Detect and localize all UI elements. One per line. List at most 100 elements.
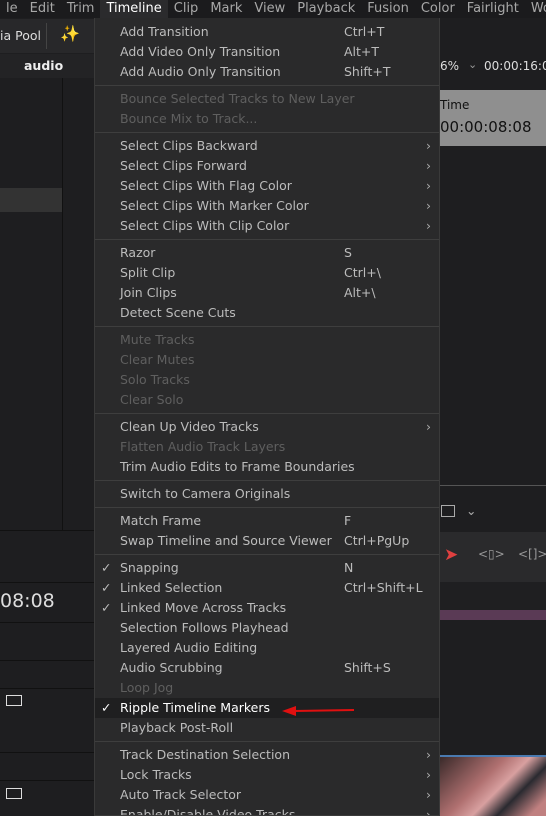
menubar-item-fairlight[interactable]: Fairlight <box>461 0 525 18</box>
menu-item-label: Clear Mutes <box>120 352 195 367</box>
menu-item-shortcut: Ctrl+T <box>344 24 385 39</box>
menu-item-clean-up-video-tracks[interactable]: Clean Up Video Tracks › <box>95 417 439 437</box>
video-track-icon <box>6 695 22 706</box>
menu-item-shortcut: Alt+T <box>344 44 380 59</box>
menu-item-trim-audio-edits-to-frame-boundaries[interactable]: Trim Audio Edits to Frame Boundaries <box>95 457 439 477</box>
menu-item-select-clips-with-clip-color[interactable]: Select Clips With Clip Color › <box>95 216 439 236</box>
timecode-display: 00:00:16:0 <box>484 59 546 73</box>
chevron-right-icon: › <box>426 218 431 233</box>
menu-item-label: Match Frame <box>120 513 202 528</box>
menu-item-label: Select Clips Forward <box>120 158 247 173</box>
timeline-ruler[interactable] <box>440 582 546 612</box>
menu-item-label: Select Clips With Flag Color <box>120 178 292 193</box>
checkmark-icon: ✓ <box>101 580 112 595</box>
menu-item-snapping[interactable]: ✓ Snapping N <box>95 558 439 578</box>
menu-item-shortcut: Ctrl+\ <box>344 265 381 280</box>
menu-item-label: Clear Solo <box>120 392 184 407</box>
bin-name[interactable]: audio <box>24 58 63 73</box>
menu-item-clear-solo: Clear Solo <box>95 390 439 410</box>
menu-item-match-frame[interactable]: Match Frame F <box>95 511 439 531</box>
menu-separator <box>95 551 439 558</box>
menu-item-swap-timeline-and-source-viewer[interactable]: Swap Timeline and Source Viewer Ctrl+PgUp <box>95 531 439 551</box>
menu-item-selection-follows-playhead[interactable]: Selection Follows Playhead <box>95 618 439 638</box>
menu-item-select-clips-forward[interactable]: Select Clips Forward › <box>95 156 439 176</box>
menubar-item-view[interactable]: View <box>248 0 291 18</box>
timeline-menu: Add Transition Ctrl+T Add Video Only Trans… <box>94 18 440 816</box>
menu-item-shortcut: N <box>344 560 354 575</box>
zoom-level[interactable]: 6% <box>440 59 459 73</box>
menu-item-solo-tracks: Solo Tracks <box>95 370 439 390</box>
menu-item-label: Linked Selection <box>120 580 223 595</box>
menu-item-select-clips-with-flag-color[interactable]: Select Clips With Flag Color › <box>95 176 439 196</box>
menu-item-linked-selection[interactable]: ✓ Linked Selection Ctrl+Shift+L <box>95 578 439 598</box>
menu-item-label: Auto Track Selector <box>120 787 242 802</box>
menu-item-bounce-mix-to-track: Bounce Mix to Track... <box>95 109 439 129</box>
annotation-arrow-icon <box>282 706 355 716</box>
chevron-right-icon: › <box>426 198 431 213</box>
menu-item-select-clips-backward[interactable]: Select Clips Backward › <box>95 136 439 156</box>
chevron-right-icon: › <box>426 138 431 153</box>
chevron-right-icon: › <box>426 747 431 762</box>
chevron-down-icon[interactable]: ⌄ <box>468 58 477 71</box>
left-timecode: 08:08 <box>0 590 55 612</box>
menu-item-add-transition[interactable]: Add Transition Ctrl+T <box>95 22 439 42</box>
menubar-item-edit[interactable]: Edit <box>24 0 61 18</box>
dynamic-trim-icon[interactable]: <[]> <box>518 547 546 561</box>
menu-item-add-audio-only-transition[interactable]: Add Audio Only Transition Shift+T <box>95 62 439 82</box>
chevron-down-icon[interactable]: ⌄ <box>466 503 476 518</box>
menu-item-label: Add Transition <box>120 24 209 39</box>
menu-item-razor[interactable]: Razor S <box>95 243 439 263</box>
menu-item-lock-tracks[interactable]: Lock Tracks › <box>95 765 439 785</box>
menu-item-select-clips-with-marker-color[interactable]: Select Clips With Marker Color › <box>95 196 439 216</box>
menu-item-playback-post-roll[interactable]: Playback Post-Roll <box>95 718 439 738</box>
menu-item-ripple-timeline-markers[interactable]: ✓ Ripple Timeline Markers <box>95 698 439 718</box>
menubar-item-mark[interactable]: Mark <box>204 0 248 18</box>
menu-item-label: Select Clips With Clip Color <box>120 218 290 233</box>
menubar-item-trim[interactable]: Trim <box>61 0 101 18</box>
video-clip-thumbnail[interactable] <box>440 755 546 816</box>
menu-item-label: Select Clips Backward <box>120 138 258 153</box>
menu-separator <box>95 82 439 89</box>
crop-icon[interactable] <box>441 505 455 517</box>
menubar-item-color[interactable]: Color <box>415 0 461 18</box>
menu-item-track-destination-selection[interactable]: Track Destination Selection › <box>95 745 439 765</box>
menu-item-auto-track-selector[interactable]: Auto Track Selector › <box>95 785 439 805</box>
menu-separator <box>95 504 439 511</box>
checkmark-icon: ✓ <box>101 600 112 615</box>
menu-item-enable-disable-video-tracks[interactable]: Enable/Disable Video Tracks › <box>95 805 439 816</box>
menu-item-label: Playback Post-Roll <box>120 720 234 735</box>
menu-item-label: Linked Move Across Tracks <box>120 600 287 615</box>
chevron-right-icon: › <box>426 419 431 434</box>
menubar-item-timeline[interactable]: Timeline <box>100 0 168 18</box>
menu-item-label: Switch to Camera Originals <box>120 486 291 501</box>
menu-separator <box>95 477 439 484</box>
menu-item-shortcut: S <box>344 245 352 260</box>
menu-item-label: Add Audio Only Transition <box>120 64 281 79</box>
menu-item-label: Swap Timeline and Source Viewer <box>120 533 332 548</box>
menu-item-switch-to-camera-originals[interactable]: Switch to Camera Originals <box>95 484 439 504</box>
menu-item-linked-move-across-tracks[interactable]: ✓ Linked Move Across Tracks <box>95 598 439 618</box>
menu-item-label: Select Clips With Marker Color <box>120 198 309 213</box>
menu-item-add-video-only-transition[interactable]: Add Video Only Transition Alt+T <box>95 42 439 62</box>
selection-cursor-icon[interactable]: ➤ <box>444 545 458 565</box>
trim-tool-icon[interactable]: <▯> <box>478 547 505 561</box>
menubar-item-playback[interactable]: Playback <box>291 0 361 18</box>
menubar-item-le[interactable]: le <box>0 0 24 18</box>
menubar-item-fusion[interactable]: Fusion <box>361 0 415 18</box>
menubar-item-work[interactable]: Work <box>525 0 546 18</box>
media-pool-button[interactable]: ia Pool <box>0 28 41 43</box>
menu-item-shortcut: F <box>344 513 352 528</box>
menu-item-split-clip[interactable]: Split Clip Ctrl+\ <box>95 263 439 283</box>
timeline-marker-bar <box>440 610 546 620</box>
menu-item-audio-scrubbing[interactable]: Audio Scrubbing Shift+S <box>95 658 439 678</box>
menu-item-detect-scene-cuts[interactable]: Detect Scene Cuts <box>95 303 439 323</box>
menu-item-flatten-audio-track-layers: Flatten Audio Track Layers <box>95 437 439 457</box>
menu-item-shortcut: Alt+\ <box>344 285 376 300</box>
menubar-item-clip[interactable]: Clip <box>168 0 205 18</box>
menu-item-label: Add Video Only Transition <box>120 44 281 59</box>
effects-wand-icon[interactable]: ✨ <box>60 24 80 43</box>
menu-item-label: Loop Jog <box>120 680 174 695</box>
chevron-right-icon: › <box>426 807 431 816</box>
menu-item-join-clips[interactable]: Join Clips Alt+\ <box>95 283 439 303</box>
menu-item-layered-audio-editing[interactable]: Layered Audio Editing <box>95 638 439 658</box>
